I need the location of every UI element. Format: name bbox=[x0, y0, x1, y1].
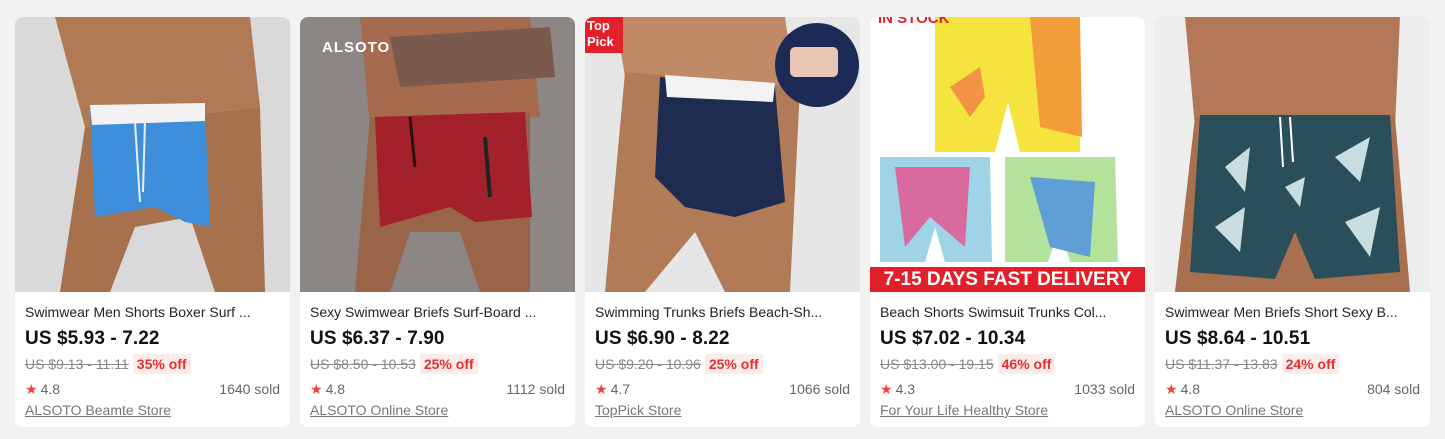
discount-badge: 35% off bbox=[132, 354, 191, 374]
product-card[interactable]: Swimwear Men Briefs Short Sexy B... US $… bbox=[1155, 17, 1430, 427]
original-price: US $13.00 - 19.15 bbox=[880, 356, 994, 372]
product-card[interactable]: Top Pick Swimming Trunks Briefs Beach-Sh… bbox=[585, 17, 860, 427]
sold-count: 1066 sold bbox=[789, 381, 850, 397]
product-row: Swimwear Men Shorts Boxer Surf ... US $5… bbox=[15, 17, 1430, 427]
store-link[interactable]: For Your Life Healthy Store bbox=[880, 401, 1135, 419]
product-title[interactable]: Sexy Swimwear Briefs Surf-Board ... bbox=[310, 303, 565, 321]
sold-count: 1112 sold bbox=[506, 381, 565, 397]
product-image[interactable]: ALSOTO bbox=[300, 17, 575, 292]
original-price: US $11.37 - 13.83 bbox=[1165, 356, 1278, 372]
product-card[interactable]: ALSOTO Sexy Swimwear Briefs Surf-Board .… bbox=[300, 17, 575, 427]
product-price: US $5.93 - 7.22 bbox=[25, 328, 160, 349]
star-icon: ★ bbox=[880, 381, 893, 397]
rating-value: 4.7 bbox=[610, 381, 631, 397]
rating-value: 4.3 bbox=[895, 381, 916, 397]
star-icon: ★ bbox=[1165, 381, 1178, 397]
star-icon: ★ bbox=[25, 381, 38, 397]
store-link[interactable]: ALSOTO Online Store bbox=[1165, 401, 1420, 419]
product-title[interactable]: Beach Shorts Swimsuit Trunks Col... bbox=[880, 303, 1135, 321]
product-image[interactable]: Top Pick bbox=[585, 17, 860, 292]
top-pick-badge: Top Pick bbox=[585, 17, 623, 53]
product-price: US $6.90 - 8.22 bbox=[595, 328, 730, 349]
product-price: US $6.37 - 7.90 bbox=[310, 328, 445, 349]
rating-value: 4.8 bbox=[1180, 381, 1201, 397]
product-image[interactable] bbox=[15, 17, 290, 292]
product-card[interactable]: In Stock 7-15 DAYS FAST DELIVERY Beach S… bbox=[870, 17, 1145, 427]
sold-count: 804 sold bbox=[1367, 381, 1420, 397]
discount-badge: 25% off bbox=[704, 354, 763, 374]
discount-badge: 25% off bbox=[419, 354, 478, 374]
product-price: US $7.02 - 10.34 bbox=[880, 328, 1026, 349]
product-title[interactable]: Swimwear Men Briefs Short Sexy B... bbox=[1165, 303, 1420, 321]
delivery-banner: 7-15 DAYS FAST DELIVERY bbox=[870, 267, 1145, 292]
star-icon: ★ bbox=[595, 381, 608, 397]
star-icon: ★ bbox=[310, 381, 323, 397]
in-stock-label: In Stock bbox=[878, 17, 950, 27]
discount-badge: 24% off bbox=[1281, 354, 1340, 374]
product-price: US $8.64 - 10.51 bbox=[1165, 328, 1311, 349]
product-title[interactable]: Swimwear Men Shorts Boxer Surf ... bbox=[25, 303, 280, 321]
product-title[interactable]: Swimming Trunks Briefs Beach-Sh... bbox=[595, 303, 850, 321]
rating-value: 4.8 bbox=[325, 381, 346, 397]
product-image[interactable] bbox=[1155, 17, 1430, 292]
image-logo-text: ALSOTO bbox=[322, 39, 391, 56]
store-link[interactable]: ALSOTO Beamte Store bbox=[25, 401, 280, 419]
sold-count: 1640 sold bbox=[219, 381, 280, 397]
original-price: US $9.20 - 10.96 bbox=[595, 356, 701, 372]
sold-count: 1033 sold bbox=[1074, 381, 1135, 397]
product-card[interactable]: Swimwear Men Shorts Boxer Surf ... US $5… bbox=[15, 17, 290, 427]
delivery-banner-text: 7-15 DAYS FAST DELIVERY bbox=[883, 269, 1132, 290]
store-link[interactable]: ALSOTO Online Store bbox=[310, 401, 565, 419]
original-price: US $8.50 - 10.53 bbox=[310, 356, 416, 372]
rating-value: 4.8 bbox=[40, 381, 61, 397]
discount-badge: 46% off bbox=[997, 354, 1056, 374]
product-image[interactable]: In Stock 7-15 DAYS FAST DELIVERY bbox=[870, 17, 1145, 292]
store-link[interactable]: TopPick Store bbox=[595, 401, 850, 419]
original-price: US $9.13 - 11.11 bbox=[25, 356, 129, 372]
